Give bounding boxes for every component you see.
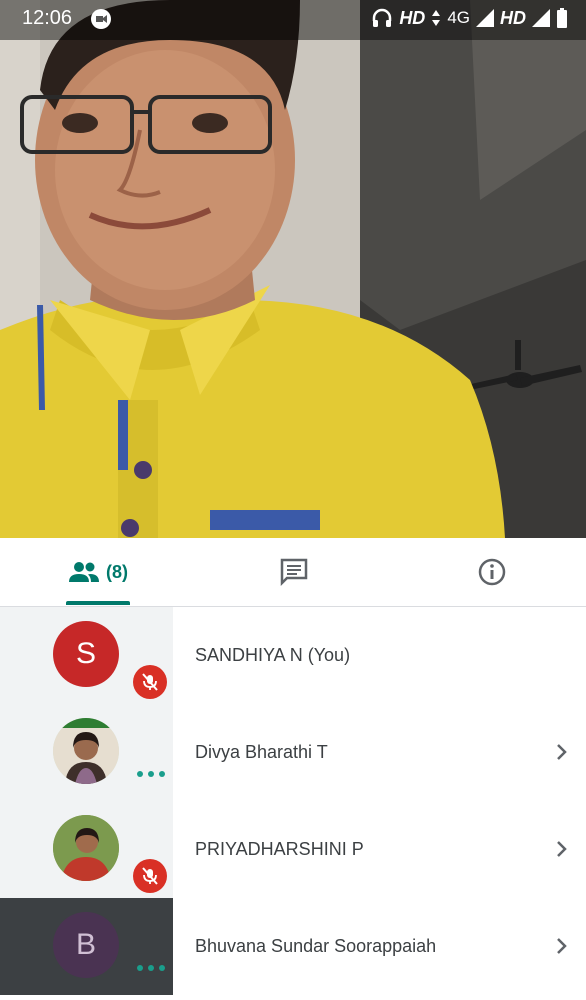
participant-name: Divya Bharathi T [195,742,328,762]
participant-name: Bhuvana Sundar Soorappaiah [195,936,437,956]
muted-icon [133,665,167,699]
participant-row[interactable]: B Bhuvana Sundar Soorappaiah [0,898,586,995]
headphones-icon [373,8,392,27]
network-type: 4G [447,8,470,27]
participant-video-feed[interactable] [0,0,586,538]
signal-icon-2 [532,9,550,27]
avatar-photo [53,718,119,784]
avatar-column: B [0,898,173,995]
avatar [53,815,119,881]
video-frame-image [0,0,586,538]
more-dots-icon [137,770,165,778]
chevron-right-icon[interactable] [552,932,572,960]
avatar-letter: B [75,928,96,961]
participant-count: (8) [106,561,128,582]
meeting-tabs: (8) [0,538,586,607]
avatar: S [53,621,119,687]
participant-row[interactable]: Divya Bharathi T [0,704,586,801]
avatar-column [0,801,173,898]
chat-icon [280,558,308,587]
meet-notification-icon [91,9,111,29]
participant-name: PRIYADHARSHINI P [195,839,364,859]
status-bar: 12:06 HD 4G HD [0,0,586,40]
avatar-column: S [0,607,173,704]
hd-label-1: HD [399,7,426,28]
avatar-column [0,704,173,801]
avatar [53,718,119,784]
active-tab-indicator [66,601,130,605]
status-time: 12:06 [22,7,73,29]
info-icon [478,558,506,586]
hd-label-2: HD [500,7,526,28]
chevron-right-icon[interactable] [552,835,572,863]
tab-info[interactable] [460,538,524,606]
muted-icon [133,859,167,893]
participant-row[interactable]: S SANDHIYA N (You) [0,607,586,704]
participant-name: SANDHIYA N (You) [195,645,351,665]
data-arrows-icon [432,10,441,26]
avatar-letter: S [75,637,96,670]
chevron-right-icon[interactable] [552,738,572,766]
signal-icon [476,9,494,27]
people-icon [69,562,99,582]
tab-people[interactable]: (8) [60,538,136,606]
status-indicators: HD 4G HD [371,7,568,29]
battery-icon [557,8,567,28]
more-dots-icon [137,964,165,972]
avatar-photo [53,815,119,881]
participant-row[interactable]: PRIYADHARSHINI P [0,801,586,898]
avatar: B [53,912,119,978]
participant-list: S SANDHIYA N (You) Divya Bharathi T PRIY… [0,607,586,1000]
tab-chat[interactable] [262,538,326,606]
